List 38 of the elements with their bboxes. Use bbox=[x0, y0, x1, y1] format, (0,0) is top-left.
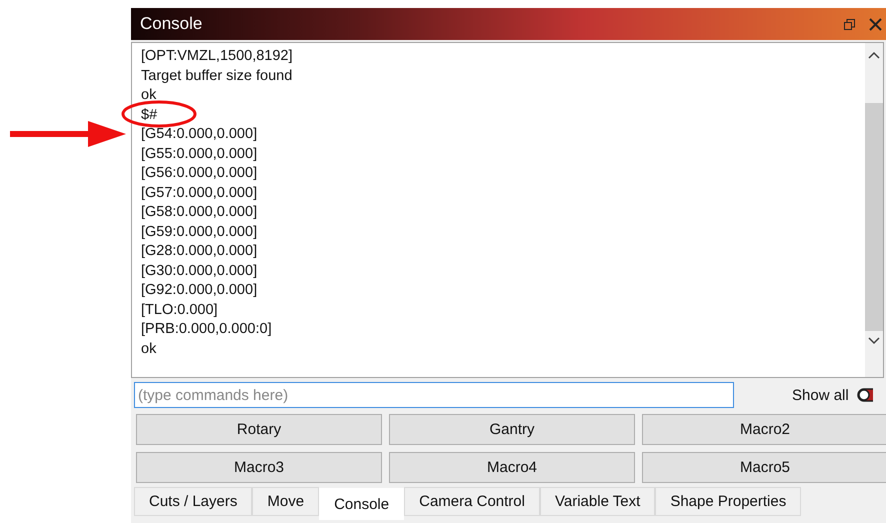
toggle-switch[interactable] bbox=[856, 388, 873, 402]
macro-button[interactable]: Macro3 bbox=[136, 452, 382, 483]
restore-icon[interactable] bbox=[844, 18, 855, 30]
macro-button[interactable]: Macro2 bbox=[642, 414, 886, 445]
window-title: Console bbox=[140, 14, 202, 34]
console-line: [G57:0.000,0.000] bbox=[141, 184, 258, 202]
tab[interactable]: Cuts / Layers bbox=[134, 487, 252, 516]
console-line: [G30:0.000,0.000] bbox=[141, 262, 258, 280]
macro-button[interactable]: Macro5 bbox=[642, 452, 886, 483]
close-icon[interactable] bbox=[869, 18, 882, 30]
scrollbar[interactable] bbox=[865, 43, 883, 377]
console-line: [G59:0.000,0.000] bbox=[141, 222, 258, 242]
scroll-down-icon[interactable] bbox=[868, 337, 880, 345]
command-input[interactable]: (type commands here) bbox=[134, 382, 734, 408]
console-line: [G55:0.000,0.000] bbox=[141, 144, 258, 164]
console-line: [PRB:0.000,0.000:0] bbox=[141, 320, 272, 339]
scroll-thumb[interactable] bbox=[865, 103, 883, 331]
console-line: [OPT:VMZL,1500,8192] bbox=[141, 47, 293, 66]
tab[interactable]: Variable Text bbox=[540, 487, 656, 516]
console-line: [G92:0.000,0.000] bbox=[141, 281, 258, 300]
console-line: $# bbox=[141, 106, 158, 124]
tab[interactable]: Camera Control bbox=[404, 487, 540, 516]
console-line: ok bbox=[141, 86, 156, 105]
show-all-label: Show all bbox=[792, 386, 849, 404]
console-line: [TLO:0.000] bbox=[141, 300, 218, 320]
macro-button[interactable]: Rotary bbox=[136, 414, 382, 445]
macro-button[interactable]: Gantry bbox=[389, 414, 635, 445]
tab[interactable]: Move bbox=[252, 487, 320, 516]
console-line: [G54:0.000,0.000] bbox=[141, 125, 258, 144]
tab[interactable]: Shape Properties bbox=[655, 487, 802, 516]
console-line: [G58:0.000,0.000] bbox=[141, 203, 258, 222]
macro-button[interactable]: Macro4 bbox=[389, 452, 635, 483]
console-line: [G56:0.000,0.000] bbox=[141, 164, 258, 183]
console-line: ok bbox=[141, 340, 156, 358]
console-line: Target buffer size found bbox=[141, 66, 292, 86]
scroll-up-icon[interactable] bbox=[868, 51, 880, 59]
tab[interactable]: Console bbox=[319, 488, 404, 520]
console-line: [G28:0.000,0.000] bbox=[141, 242, 258, 261]
